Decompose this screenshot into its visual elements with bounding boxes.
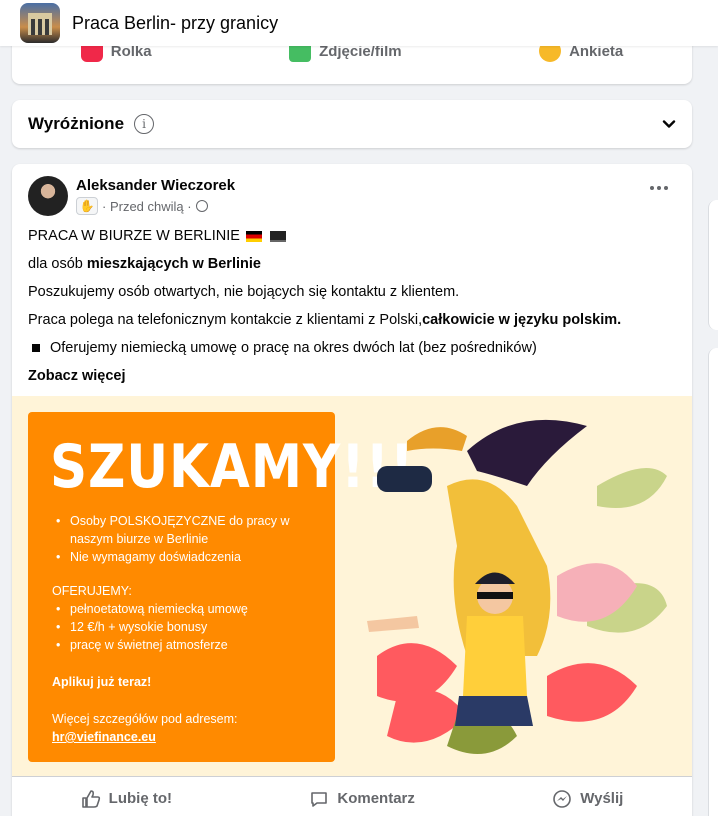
side-panel-edge bbox=[708, 200, 718, 330]
post-line: dla osób mieszkających w Berlinie bbox=[28, 254, 678, 282]
avatar[interactable] bbox=[28, 176, 68, 216]
post-line-text: Oferujemy niemiecką umowę o pracę na okr… bbox=[50, 340, 537, 356]
post-time[interactable]: Przed chwilą bbox=[110, 199, 184, 214]
post-line: Praca polega na telefonicznym kontakcie … bbox=[28, 310, 678, 338]
waving-hand-icon[interactable]: ✋ bbox=[76, 197, 98, 215]
post-actions: Lubię to! Komentarz Wyślij bbox=[12, 776, 692, 816]
meta-separator: · bbox=[102, 198, 110, 214]
ad-requirements-list: Osoby POLSKOJĘZYCZNE do pracy w naszym b… bbox=[52, 512, 335, 566]
list-item: pełnoetatową niemiecką umowę bbox=[52, 600, 248, 618]
post-line-text: PRACA W BIURZE W BERLINIE bbox=[28, 228, 240, 244]
more-options-icon[interactable] bbox=[650, 186, 668, 190]
ad-details: Więcej szczegółów pod adresem: bbox=[52, 712, 238, 726]
post-image[interactable]: SZUKAMY!!! Osoby POLSKOJĘZYCZNE do pracy… bbox=[12, 396, 692, 776]
chevron-down-icon[interactable] bbox=[662, 117, 676, 131]
group-title[interactable]: Praca Berlin- przy granicy bbox=[72, 13, 278, 34]
ad-offer-list: pełnoetatową niemiecką umowę 12 €/h + wy… bbox=[52, 600, 248, 654]
detective-illustration bbox=[367, 419, 667, 754]
send-label: Wyślij bbox=[580, 790, 624, 807]
comment-button[interactable]: Komentarz bbox=[309, 789, 415, 809]
globe-icon bbox=[195, 200, 208, 212]
post-line-bold: całkowicie w języku polskim. bbox=[422, 312, 622, 328]
list-item: Nie wymagamy doświadczenia bbox=[52, 548, 335, 566]
post-card: Aleksander Wieczorek ✋ · Przed chwilą · … bbox=[12, 164, 692, 816]
list-item: 12 €/h + wysokie bonusy bbox=[52, 618, 248, 636]
job-ad-panel: SZUKAMY!!! Osoby POLSKOJĘZYCZNE do pracy… bbox=[28, 412, 413, 762]
laptop-icon bbox=[269, 230, 286, 242]
ad-email: hr@viefinance.eu bbox=[52, 730, 156, 744]
post-line-text: Praca polega na telefonicznym kontakcie … bbox=[28, 312, 423, 328]
info-icon[interactable]: i bbox=[134, 114, 155, 134]
like-label: Lubię to! bbox=[108, 790, 172, 807]
messenger-icon bbox=[553, 789, 572, 808]
post-meta: ✋ · Przed chwilą · bbox=[76, 197, 235, 215]
like-button[interactable]: Lubię to! bbox=[81, 789, 172, 809]
comment-label: Komentarz bbox=[337, 790, 415, 807]
ad-cta: Aplikuj już teraz! bbox=[52, 675, 152, 689]
post-line: Oferujemy niemiecką umowę o pracę na okr… bbox=[28, 338, 678, 366]
author-name[interactable]: Aleksander Wieczorek bbox=[76, 176, 235, 195]
germany-flag-icon bbox=[245, 230, 262, 242]
side-panel-edge bbox=[708, 348, 718, 816]
comment-icon bbox=[311, 791, 328, 807]
group-header: Praca Berlin- przy granicy bbox=[0, 0, 718, 46]
group-avatar[interactable] bbox=[20, 3, 60, 43]
post-line-bold: mieszkających w Berlinie bbox=[86, 256, 261, 272]
post-header: Aleksander Wieczorek ✋ · Przed chwilą · bbox=[28, 176, 235, 216]
post-line: Poszukujemy osób otwartych, nie bojących… bbox=[28, 284, 460, 300]
ad-offer-title: OFERUJEMY: bbox=[52, 584, 132, 598]
see-more-link[interactable]: Zobacz więcej bbox=[28, 366, 678, 394]
featured-title: Wyróżnione bbox=[28, 114, 125, 133]
post-line-text: dla osób bbox=[28, 256, 87, 272]
featured-section[interactable]: Wyróżnione i bbox=[12, 100, 692, 148]
send-button[interactable]: Wyślij bbox=[552, 789, 623, 809]
list-item: pracę w świetnej atmosferze bbox=[52, 636, 248, 654]
square-bullet-icon bbox=[32, 343, 40, 352]
meta-separator: · bbox=[183, 198, 192, 214]
thumbs-up-icon bbox=[81, 789, 100, 808]
list-item: Osoby POLSKOJĘZYCZNE do pracy w naszym b… bbox=[52, 512, 335, 548]
post-line: PRACA W BIURZE W BERLINIE bbox=[28, 226, 678, 254]
post-text: PRACA W BIURZE W BERLINIE dla osób miesz… bbox=[28, 226, 678, 394]
